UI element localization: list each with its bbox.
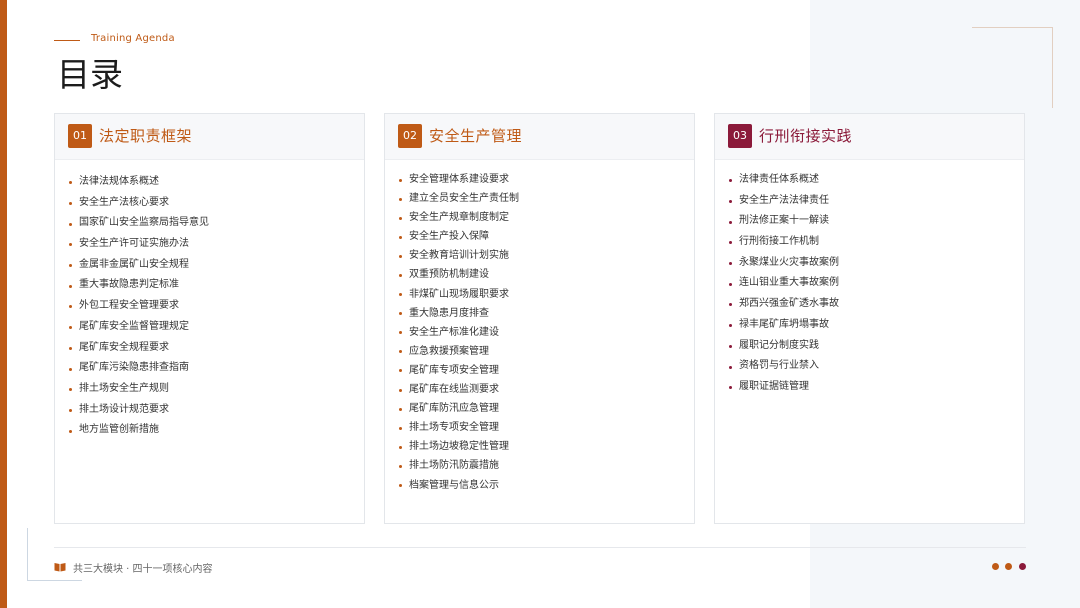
list-item: 安全生产法法律责任	[729, 191, 839, 212]
module-number-badge: 01	[68, 124, 92, 148]
list-item: 排土场设计规范要求	[69, 400, 209, 421]
list-item: 安全生产标准化建设	[399, 323, 519, 342]
list-item: 安全管理体系建设要求	[399, 170, 519, 189]
module-card-header: 01 法定职责框架	[55, 114, 364, 160]
list-item: 排土场防汛防震措施	[399, 456, 519, 475]
indicator-dot	[992, 563, 999, 570]
list-item: 行刑衔接工作机制	[729, 232, 839, 253]
page-title: 目录	[57, 55, 123, 94]
list-item: 排土场边坡稳定性管理	[399, 437, 519, 456]
module-card-header: 02 安全生产管理	[385, 114, 694, 160]
module-card-3: 03 行刑衔接实践 法律责任体系概述 安全生产法法律责任 刑法修正案十一解读 行…	[714, 113, 1025, 524]
list-item: 尾矿库防汛应急管理	[399, 399, 519, 418]
list-item: 安全生产规章制度制定	[399, 208, 519, 227]
module-title: 法定职责框架	[99, 127, 193, 145]
list-item: 安全生产法核心要求	[69, 193, 209, 214]
module-number-badge: 02	[398, 124, 422, 148]
module-item-list: 法律法规体系概述 安全生产法核心要求 国家矿山安全监察局指导意见 安全生产许可证…	[69, 172, 209, 441]
footer-summary: 共三大模块 · 四十一项核心内容	[73, 564, 213, 575]
list-item: 禄丰尾矿库坍塌事故	[729, 315, 839, 336]
list-item: 双重预防机制建设	[399, 265, 519, 284]
left-accent-bar	[0, 0, 7, 608]
module-card-2: 02 安全生产管理 安全管理体系建设要求 建立全员安全生产责任制 安全生产规章制…	[384, 113, 695, 524]
list-item: 安全生产投入保障	[399, 227, 519, 246]
indicator-dot	[1019, 563, 1026, 570]
list-item: 档案管理与信息公示	[399, 476, 519, 495]
module-title: 安全生产管理	[429, 127, 523, 145]
list-item: 资格罚与行业禁入	[729, 356, 839, 377]
list-item: 建立全员安全生产责任制	[399, 189, 519, 208]
indicator-dot	[1005, 563, 1012, 570]
list-item: 应急救援预案管理	[399, 342, 519, 361]
module-item-list: 法律责任体系概述 安全生产法法律责任 刑法修正案十一解读 行刑衔接工作机制 永聚…	[729, 170, 839, 398]
list-item: 法律法规体系概述	[69, 172, 209, 193]
page-subtitle: Training Agenda	[91, 33, 175, 44]
list-item: 安全生产许可证实施办法	[69, 234, 209, 255]
module-card-1: 01 法定职责框架 法律法规体系概述 安全生产法核心要求 国家矿山安全监察局指导…	[54, 113, 365, 524]
list-item: 尾矿库专项安全管理	[399, 361, 519, 380]
footer-divider	[54, 547, 1026, 548]
list-item: 尾矿库污染隐患排查指南	[69, 358, 209, 379]
module-title: 行刑衔接实践	[759, 127, 853, 145]
list-item: 重大事故隐患判定标准	[69, 275, 209, 296]
list-item: 履职证据链管理	[729, 377, 839, 398]
list-item: 排土场安全生产规则	[69, 379, 209, 400]
list-item: 地方监管创新措施	[69, 420, 209, 441]
list-item: 刑法修正案十一解读	[729, 211, 839, 232]
list-item: 重大隐患月度排查	[399, 304, 519, 323]
list-item: 排土场专项安全管理	[399, 418, 519, 437]
list-item: 金属非金属矿山安全规程	[69, 255, 209, 276]
list-item: 国家矿山安全监察局指导意见	[69, 213, 209, 234]
list-item: 连山钼业重大事故案例	[729, 273, 839, 294]
corner-decoration-top-right	[972, 27, 1053, 108]
list-item: 安全教育培训计划实施	[399, 246, 519, 265]
list-item: 外包工程安全管理要求	[69, 296, 209, 317]
list-item: 履职记分制度实践	[729, 336, 839, 357]
list-item: 尾矿库安全监督管理规定	[69, 317, 209, 338]
list-item: 尾矿库安全规程要求	[69, 338, 209, 359]
list-item: 非煤矿山现场履职要求	[399, 285, 519, 304]
list-item: 法律责任体系概述	[729, 170, 839, 191]
module-card-header: 03 行刑衔接实践	[715, 114, 1024, 160]
module-item-list: 安全管理体系建设要求 建立全员安全生产责任制 安全生产规章制度制定 安全生产投入…	[399, 170, 519, 495]
module-number-badge: 03	[728, 124, 752, 148]
book-icon	[54, 563, 66, 572]
list-item: 尾矿库在线监测要求	[399, 380, 519, 399]
list-item: 郑西兴强金矿透水事故	[729, 294, 839, 315]
subtitle-rule	[54, 40, 80, 41]
list-item: 永聚煤业火灾事故案例	[729, 253, 839, 274]
